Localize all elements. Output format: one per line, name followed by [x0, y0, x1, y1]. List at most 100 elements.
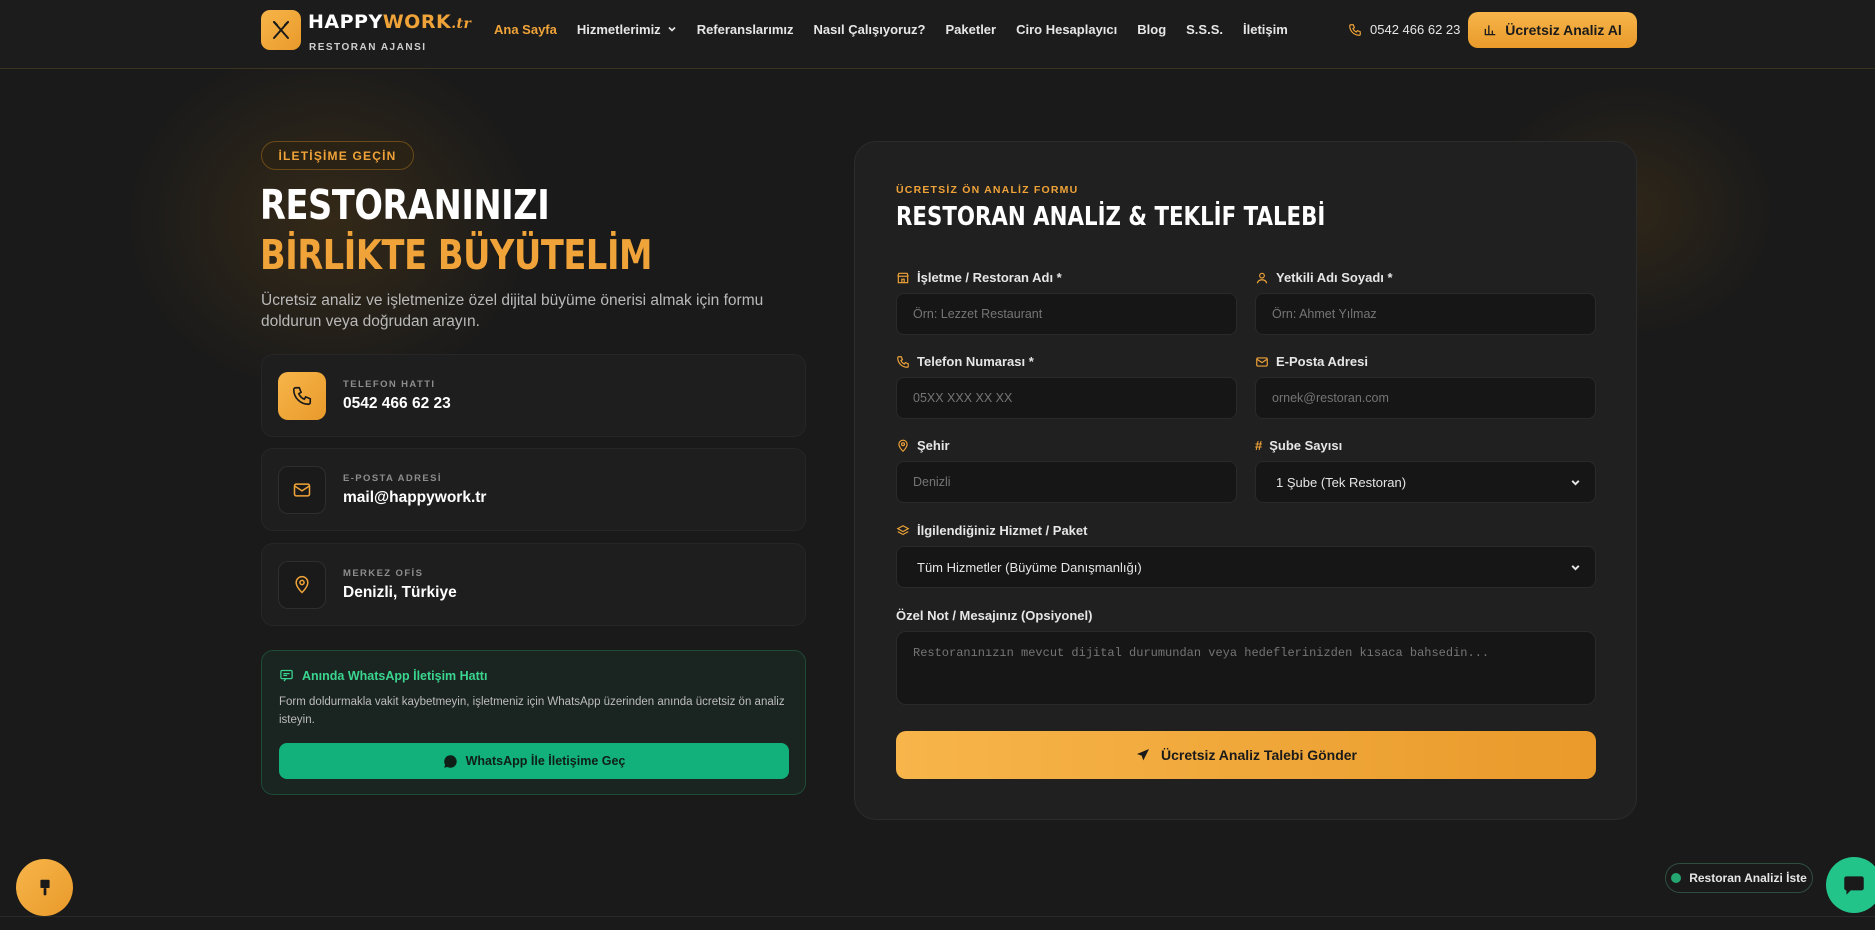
form-title: RESTORAN ANALİZ & TEKLİF TALEBİ [896, 202, 1326, 232]
hash-icon: # [1255, 438, 1263, 453]
nav-label: Referanslarımız [696, 21, 794, 37]
chat-icon [280, 669, 293, 682]
contact-card-phone[interactable]: TELEFON HATTI 0542 466 62 23 [261, 354, 806, 437]
contact-name-input[interactable] [1255, 293, 1596, 335]
city-label-text: Şehir [917, 438, 950, 453]
nav-item-referanslarimiz[interactable]: Referanslarımız [697, 20, 794, 38]
nav-item-hizmetlerimiz[interactable]: Hizmetlerimiz [577, 20, 677, 38]
phone-input[interactable] [896, 377, 1237, 419]
brand-subtitle: RESTORAN AJANSI [309, 42, 427, 53]
brand-part2: WORK [382, 11, 452, 33]
contact-value: 0542 466 62 23 [343, 395, 451, 412]
branch-count-label: # Şube Sayısı [1255, 438, 1342, 453]
phone-icon [278, 372, 326, 420]
site-header: HAPPYWORK.tr RESTORAN AJANSI Ana Sayfa H… [0, 0, 1875, 69]
contact-label: TELEFON HATTI [343, 379, 436, 390]
nav-label: Hizmetlerimiz [576, 21, 661, 37]
business-name-input[interactable] [896, 293, 1237, 335]
nav-item-ana-sayfa[interactable]: Ana Sayfa [494, 20, 557, 38]
branch-count-select[interactable]: 1 Şube (Tek Restoran) [1255, 461, 1596, 503]
contact-label: MERKEZ OFİS [343, 568, 424, 579]
whatsapp-button-label: WhatsApp İle İletişime Geç [465, 754, 626, 768]
nav-label: Paketler [945, 21, 997, 37]
cta-label: Ücretsiz Analiz Al [1505, 22, 1622, 38]
submit-label: Ücretsiz Analiz Talebi Gönder [1160, 747, 1358, 763]
main-nav: Ana Sayfa Hizmetlerimiz Referanslarımız … [494, 20, 1308, 38]
map-pin-icon [278, 561, 326, 609]
contact-card-office[interactable]: MERKEZ OFİS Denizli, Türkiye [261, 543, 806, 626]
branch-count-label-text: Şube Sayısı [1269, 438, 1343, 453]
whatsapp-title-text: Anında WhatsApp İletişim Hattı [302, 668, 488, 683]
nav-item-ciro-hesaplayici[interactable]: Ciro Hesaplayıcı [1016, 20, 1117, 38]
nav-label: Blog [1137, 21, 1167, 37]
brand-part1: HAPPY [308, 11, 383, 33]
email-input[interactable] [1255, 377, 1596, 419]
hero-description: Ücretsiz analiz ve işletmenize özel diji… [261, 292, 764, 330]
brand-part3: .tr [451, 16, 472, 32]
city-input[interactable] [896, 461, 1237, 503]
contact-value: Denizli, Türkiye [343, 584, 457, 601]
submit-analysis-button[interactable]: Ücretsiz Analiz Talebi Gönder [896, 731, 1596, 779]
nav-item-blog[interactable]: Blog [1137, 20, 1166, 38]
whatsapp-title: Anında WhatsApp İletişim Hattı [279, 668, 487, 683]
brush-icon [39, 879, 50, 895]
form-kicker: ÜCRETSİZ ÖN ANALİZ FORMU [896, 184, 1079, 196]
section-badge: İLETİŞİME GEÇİN [261, 141, 414, 170]
free-analysis-button[interactable]: Ücretsiz Analiz Al [1468, 12, 1637, 48]
whatsapp-icon [443, 754, 457, 768]
pill-label: Restoran Analizi İste [1689, 871, 1807, 885]
hero-title-line1: RESTORANINIZI [260, 181, 550, 229]
service-select[interactable]: Tüm Hizmetler (Büyüme Danışmanlığı) [896, 546, 1596, 588]
phone-label: Telefon Numarası * [896, 354, 1034, 369]
layers-icon [896, 524, 910, 535]
phone-icon [1349, 23, 1361, 36]
contact-name-label: Yetkili Adı Soyadı * [1255, 270, 1393, 285]
phone-icon [897, 355, 909, 368]
city-label: Şehir [896, 438, 950, 453]
map-pin-icon [898, 439, 908, 452]
phone-label-text: Telefon Numarası * [917, 354, 1034, 369]
service-label-text: İlgilendiğiniz Hizmet / Paket [917, 523, 1088, 538]
email-label-text: E-Posta Adresi [1276, 354, 1368, 369]
analysis-form-card: ÜCRETSİZ ÖN ANALİZ FORMU RESTORAN ANALİZ… [854, 141, 1637, 820]
message-textarea[interactable] [896, 631, 1596, 705]
chat-bubble-icon [1844, 876, 1864, 895]
nav-label: Ciro Hesaplayıcı [1016, 21, 1118, 37]
logo-icon[interactable] [261, 10, 301, 50]
business-name-label: İşletme / Restoran Adı * [896, 270, 1062, 285]
header-phone-number: 0542 466 62 23 [1370, 22, 1461, 37]
contact-value: mail@happywork.tr [343, 489, 487, 506]
whatsapp-description: Form doldurmakla vakit kaybetmeyin, işle… [279, 696, 785, 726]
service-value: Tüm Hizmetler (Büyüme Danışmanlığı) [917, 559, 1142, 575]
header-phone-link[interactable]: 0542 466 62 23 [1348, 22, 1460, 37]
email-label: E-Posta Adresi [1255, 354, 1368, 369]
accessibility-button[interactable] [16, 859, 73, 916]
nav-label: Nasıl Çalışıyoruz? [813, 21, 926, 37]
chevron-down-icon [1571, 479, 1580, 486]
bar-chart-icon [1484, 25, 1496, 36]
restaurant-analysis-pill[interactable]: Restoran Analizi İste [1665, 863, 1813, 893]
whatsapp-contact-button[interactable]: WhatsApp İle İletişime Geç [279, 743, 789, 779]
hero-title: RESTORANINIZI BİRLİKTE BÜYÜTELİM [260, 180, 652, 280]
chevron-down-icon [1571, 564, 1580, 571]
chevron-down-icon [668, 26, 676, 32]
store-icon [897, 272, 909, 283]
user-icon [1256, 272, 1268, 283]
nav-item-nasil-calisiyoruz[interactable]: Nasıl Çalışıyoruz? [814, 20, 926, 38]
status-dot [1671, 873, 1682, 883]
business-name-label-text: İşletme / Restoran Adı * [917, 270, 1062, 285]
brand-logo[interactable]: HAPPYWORK.tr [308, 11, 471, 33]
nav-item-sss[interactable]: S.S.S. [1186, 20, 1223, 38]
nav-label: S.S.S. [1186, 21, 1223, 37]
contact-label: E-POSTA ADRESİ [343, 473, 442, 484]
nav-item-iletisim[interactable]: İletişim [1243, 20, 1288, 38]
mail-icon [1256, 356, 1268, 367]
nav-item-paketler[interactable]: Paketler [946, 20, 997, 38]
footer-divider [0, 916, 1875, 917]
contact-card-email[interactable]: E-POSTA ADRESİ mail@happywork.tr [261, 448, 806, 531]
message-label: Özel Not / Mesajınız (Opsiyonel) [896, 608, 1093, 623]
contact-name-label-text: Yetkili Adı Soyadı * [1276, 270, 1393, 285]
nav-label: Ana Sayfa [494, 21, 557, 37]
hero-title-line2: BİRLİKTE BÜYÜTELİM [260, 231, 653, 279]
chat-widget-button[interactable] [1826, 857, 1875, 913]
